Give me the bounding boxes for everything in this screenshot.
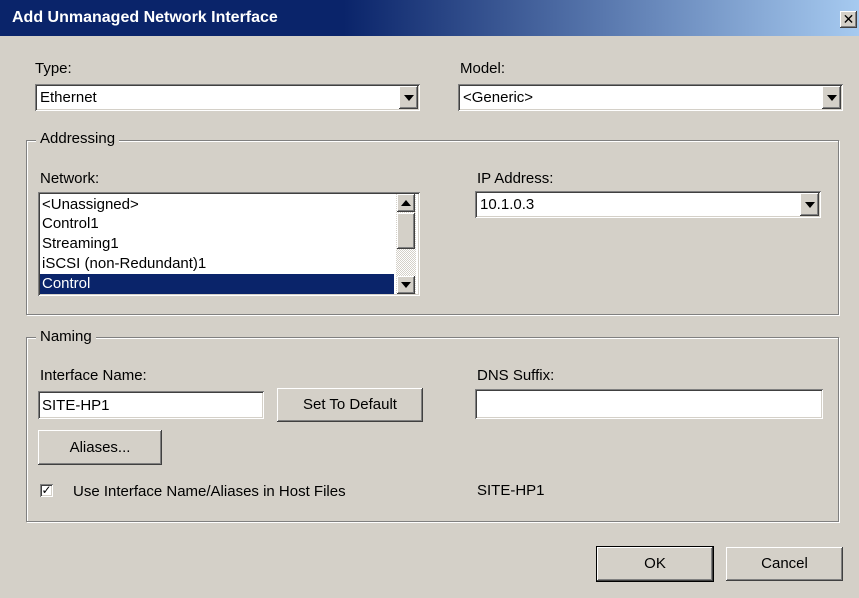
aliases-button[interactable]: Aliases... (38, 430, 162, 465)
network-scrollbar[interactable] (396, 194, 416, 294)
interface-name-input[interactable]: SITE-HP1 (38, 391, 264, 419)
dns-suffix-input[interactable] (475, 389, 823, 419)
addressing-group-title: Addressing (36, 130, 120, 147)
window-title: Add Unmanaged Network Interface (12, 9, 278, 26)
ok-button-label: OK (644, 555, 666, 572)
use-in-host-files-checkbox[interactable]: ✓ (40, 484, 53, 497)
ip-address-value: 10.1.0.3 (480, 196, 535, 213)
scroll-down-icon[interactable] (397, 276, 415, 294)
list-item-selected[interactable]: Control (40, 274, 394, 294)
chevron-down-icon[interactable] (399, 86, 418, 109)
cancel-button-label: Cancel (761, 555, 808, 572)
use-in-host-files-label: Use Interface Name/Aliases in Host Files (73, 483, 346, 500)
network-listbox[interactable]: <Unassigned> Control1 Streaming1 iSCSI (… (38, 192, 420, 296)
type-value: Ethernet (40, 89, 97, 106)
type-dropdown[interactable]: Ethernet (35, 84, 420, 111)
host-name-preview: SITE-HP1 (477, 482, 545, 499)
list-item[interactable]: <Unassigned> (42, 195, 139, 215)
model-dropdown[interactable]: <Generic> (458, 84, 843, 111)
interface-name-value: SITE-HP1 (42, 397, 110, 414)
close-icon: ✕ (842, 11, 855, 27)
chevron-down-icon[interactable] (800, 193, 819, 216)
interface-name-label: Interface Name: (40, 367, 147, 384)
chevron-down-icon[interactable] (822, 86, 841, 109)
dns-suffix-label: DNS Suffix: (477, 367, 555, 384)
list-item[interactable]: Control1 (42, 214, 99, 234)
model-label: Model: (460, 60, 506, 77)
title-bar: Add Unmanaged Network Interface ✕ (0, 0, 859, 36)
cancel-button[interactable]: Cancel (726, 547, 843, 581)
network-label: Network: (40, 170, 100, 187)
ip-address-dropdown[interactable]: 10.1.0.3 (475, 191, 821, 218)
ok-button[interactable]: OK (596, 546, 714, 582)
list-item[interactable]: iSCSI (non-Redundant)1 (42, 254, 206, 274)
set-to-default-button[interactable]: Set To Default (277, 388, 423, 422)
naming-group-title: Naming (36, 328, 96, 345)
checkmark-icon: ✓ (41, 483, 52, 497)
type-label: Type: (35, 60, 72, 77)
list-item[interactable]: Streaming1 (42, 234, 119, 254)
scrollbar-thumb[interactable] (397, 213, 415, 249)
scroll-up-icon[interactable] (397, 194, 415, 212)
ip-address-label: IP Address: (477, 170, 554, 187)
close-button[interactable]: ✕ (840, 11, 857, 28)
model-value: <Generic> (463, 89, 534, 106)
